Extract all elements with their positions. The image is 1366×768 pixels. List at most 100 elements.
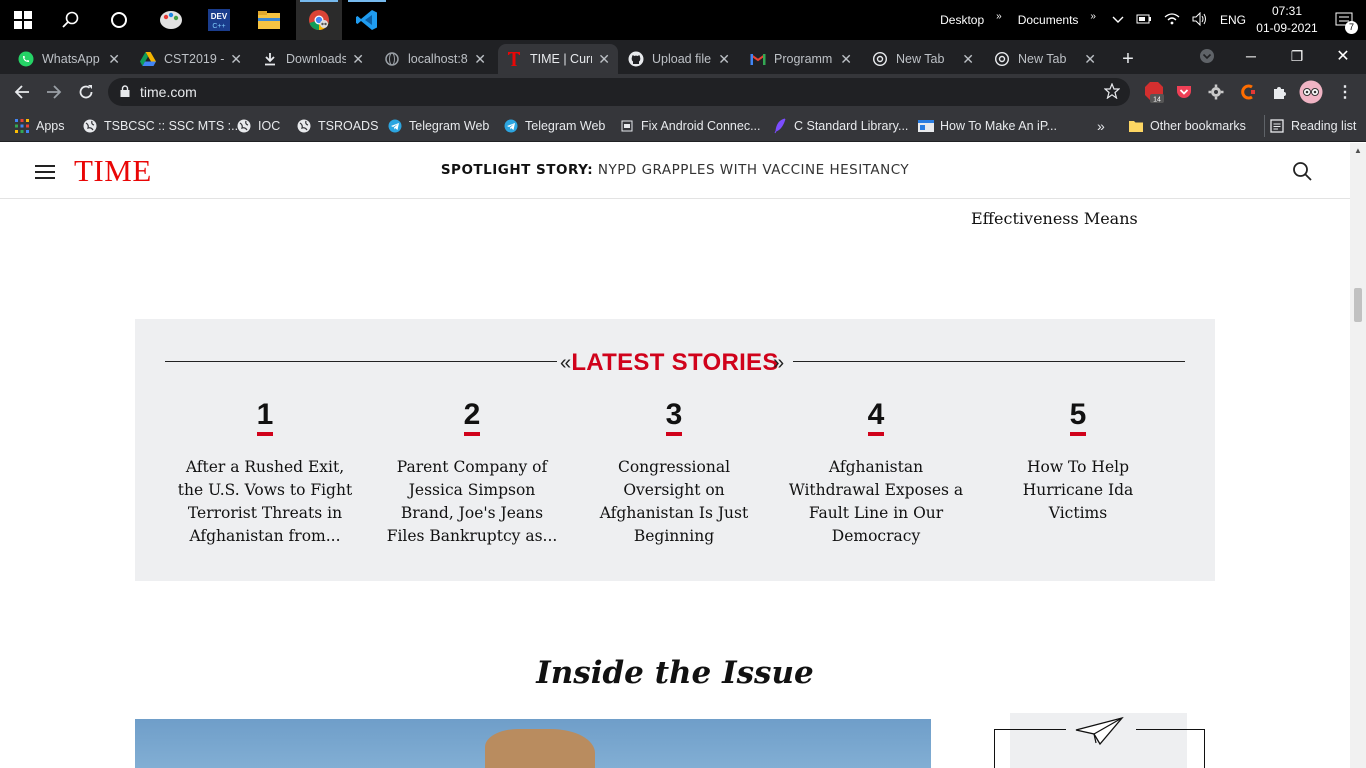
file-explorer-icon[interactable] [246, 0, 292, 40]
close-icon[interactable]: ✕ [840, 51, 852, 68]
spotlight-label: SPOTLIGHT STORY: [440, 162, 594, 178]
story-item[interactable]: 1 After a Rushed Exit, the U.S. Vows to … [175, 399, 355, 548]
bookmark-ioc[interactable]: IOC [236, 115, 280, 137]
vscode-icon[interactable] [344, 0, 390, 40]
story-headline[interactable]: Congressional Oversight on Afghanistan I… [584, 456, 764, 548]
more-bookmarks-icon[interactable]: » [1097, 115, 1105, 137]
bookmark-apps[interactable]: Apps [14, 115, 65, 137]
desktop-toolbar-label[interactable]: Desktop [934, 13, 990, 27]
search-icon[interactable] [48, 0, 94, 40]
page-scrollbar[interactable]: ▲ [1350, 143, 1366, 768]
close-window-button[interactable]: ✕ [1320, 40, 1366, 72]
c-extension-icon[interactable] [1235, 78, 1261, 106]
story-item[interactable]: 4 Afghanistan Withdrawal Exposes a Fault… [786, 399, 966, 548]
language-indicator[interactable]: ENG [1214, 13, 1252, 27]
notification-center-icon[interactable]: 7 [1322, 0, 1366, 40]
restore-button[interactable]: ❐ [1274, 40, 1320, 72]
close-icon[interactable]: ✕ [352, 51, 364, 68]
issue-cover-image[interactable] [135, 719, 931, 768]
divider-line [1204, 729, 1205, 768]
tab-title: Downloads [286, 52, 347, 66]
reload-button[interactable] [72, 78, 100, 106]
bookmark-label: Telegram Web [409, 119, 490, 133]
close-icon[interactable]: ✕ [598, 51, 610, 68]
chrome-taskbar-icon[interactable] [296, 0, 342, 40]
tab-new-tab[interactable]: New Tab ✕ [864, 44, 982, 74]
close-icon[interactable]: ✕ [962, 51, 974, 68]
story-item[interactable]: 3 Congressional Oversight on Afghanistan… [584, 399, 764, 548]
chevron-right-icon[interactable]: » [1084, 11, 1102, 22]
chevron-up-icon[interactable] [1106, 13, 1130, 27]
other-bookmarks[interactable]: Other bookmarks [1128, 115, 1246, 137]
reading-list[interactable]: Reading list [1264, 115, 1356, 137]
story-headline[interactable]: Afghanistan Withdrawal Exposes a Fault L… [786, 456, 966, 548]
extensions-puzzle-icon[interactable] [1267, 78, 1293, 106]
story-headline[interactable]: After a Rushed Exit, the U.S. Vows to Fi… [175, 456, 355, 548]
notification-count-badge: 7 [1345, 21, 1358, 34]
chevron-right-icon[interactable]: » [990, 11, 1008, 22]
bookmark-telegram-web[interactable]: Telegram Web [503, 115, 605, 137]
clock[interactable]: 07:31 01-09-2021 [1252, 3, 1322, 37]
bookmark-tsroads[interactable]: TSROADS [296, 115, 378, 137]
bookmark-fix-android[interactable]: Fix Android Connec... [619, 115, 761, 137]
windows-taskbar: DEV C++ Desktop » Documents » ENG 07:31 0… [0, 0, 1366, 40]
bookmark-star-icon[interactable] [1103, 82, 1121, 102]
github-icon [628, 51, 644, 67]
tab-google-drive[interactable]: CST2019 - ✕ [132, 44, 250, 74]
dev-cpp-icon[interactable]: DEV C++ [196, 0, 242, 40]
close-icon[interactable]: ✕ [108, 51, 120, 68]
forward-button[interactable] [40, 78, 68, 106]
profile-avatar[interactable] [1298, 78, 1324, 106]
tab-gmail[interactable]: Programm ✕ [742, 44, 860, 74]
new-tab-button[interactable]: + [1112, 44, 1144, 74]
story-headline[interactable]: How To Help Hurricane Ida Victims [993, 456, 1163, 525]
globe-icon [236, 118, 252, 134]
cortana-icon[interactable] [96, 0, 142, 40]
tab-whatsapp[interactable]: WhatsApp ✕ [10, 44, 128, 74]
tab-time[interactable]: TIME | Curr ✕ [498, 44, 618, 74]
scroll-up-icon[interactable]: ▲ [1354, 147, 1362, 155]
spotlight-story[interactable]: SPOTLIGHT STORY: NYPD GRAPPLES WITH VACC… [0, 162, 1350, 178]
volume-icon[interactable] [1186, 11, 1214, 29]
tab-github[interactable]: Upload file ✕ [620, 44, 738, 74]
divider-line [793, 361, 1185, 362]
bookmark-tsbcsc[interactable]: TSBCSC :: SSC MTS :... [82, 115, 242, 137]
tab-new-tab[interactable]: New Tab ✕ [986, 44, 1104, 74]
story-number: 3 [665, 399, 683, 436]
download-icon [262, 51, 278, 67]
windows-start-icon[interactable] [0, 0, 46, 40]
battery-icon[interactable] [1130, 13, 1158, 27]
pocket-extension-icon[interactable] [1171, 78, 1197, 106]
tab-search-icon[interactable] [1184, 40, 1230, 72]
story-headline[interactable]: Parent Company of Jessica Simpson Brand,… [382, 456, 562, 548]
story-item[interactable]: 5 How To Help Hurricane Ida Victims [993, 399, 1163, 525]
back-button[interactable] [8, 78, 36, 106]
adblock-extension-icon[interactable]: 14 [1142, 78, 1168, 106]
bookmark-c-standard-library[interactable]: C Standard Library... [772, 115, 908, 137]
lock-icon[interactable] [120, 84, 130, 100]
globe-icon [384, 51, 400, 67]
close-icon[interactable]: ✕ [1084, 51, 1096, 68]
minimize-button[interactable]: ─ [1228, 40, 1274, 72]
settings-extension-icon[interactable] [1203, 78, 1229, 106]
close-icon[interactable]: ✕ [718, 51, 730, 68]
story-number: 2 [463, 399, 481, 436]
tab-localhost[interactable]: localhost:8 ✕ [376, 44, 494, 74]
documents-toolbar-label[interactable]: Documents [1012, 13, 1085, 27]
bookmark-telegram-web[interactable]: Telegram Web [387, 115, 489, 137]
search-icon[interactable] [1292, 161, 1314, 183]
scroll-thumb[interactable] [1354, 288, 1362, 322]
bookmark-label: Apps [36, 119, 65, 133]
address-bar[interactable]: time.com [108, 78, 1130, 106]
story-item[interactable]: 2 Parent Company of Jessica Simpson Bran… [382, 399, 562, 548]
browser-tab-strip: WhatsApp ✕ CST2019 - ✕ Downloads ✕ local… [0, 40, 1366, 74]
close-icon[interactable]: ✕ [474, 51, 486, 68]
close-icon[interactable]: ✕ [230, 51, 242, 68]
wifi-icon[interactable] [1158, 12, 1186, 29]
chrome-menu-icon[interactable]: ⋮ [1332, 78, 1358, 106]
paint-app-icon[interactable] [148, 0, 194, 40]
tab-downloads[interactable]: Downloads ✕ [254, 44, 372, 74]
bookmark-how-to-make[interactable]: How To Make An iP... [918, 115, 1057, 137]
previous-story-headline[interactable]: Effectiveness Means [971, 209, 1138, 228]
double-chevron-right-icon: » [773, 352, 785, 374]
